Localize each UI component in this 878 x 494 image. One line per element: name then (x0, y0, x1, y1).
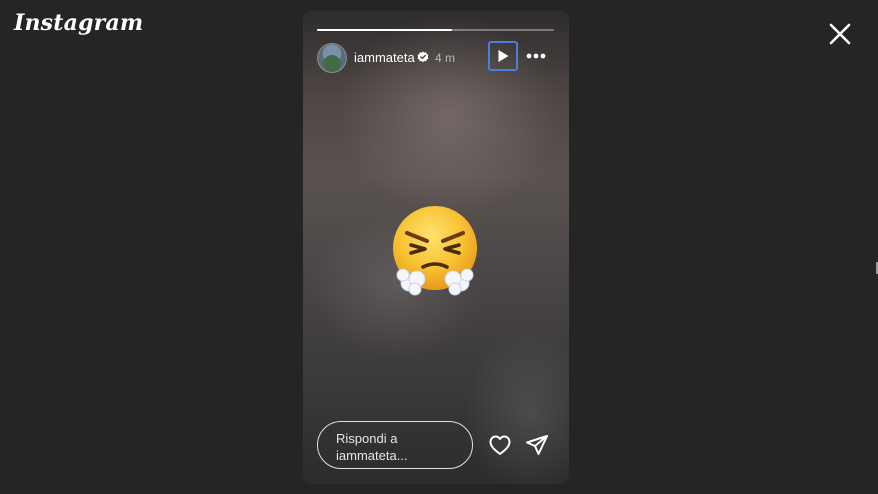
paper-plane-icon[interactable] (525, 433, 549, 457)
heart-icon[interactable] (488, 433, 512, 457)
play-icon (498, 50, 509, 62)
story-progress-bar (317, 29, 554, 31)
instagram-logo[interactable]: Instagram (14, 10, 143, 36)
face-with-steam-from-nose-emoji (393, 206, 477, 296)
story-progress-fill (317, 29, 453, 31)
close-icon (829, 23, 851, 45)
close-button[interactable] (828, 22, 852, 46)
story-timestamp: 4 m (435, 51, 456, 65)
more-options-icon[interactable] (525, 47, 547, 65)
story-viewer: Instagram iammateta 4 m Rispondi a iamma… (0, 0, 878, 494)
avatar[interactable] (317, 43, 347, 73)
verified-badge-icon (417, 51, 429, 63)
story-username[interactable]: iammateta (354, 50, 415, 65)
reply-input[interactable]: Rispondi a iammateta... (317, 421, 473, 469)
play-button[interactable] (488, 41, 518, 71)
story-card[interactable]: iammateta 4 m Rispondi a iammateta... (303, 11, 569, 484)
